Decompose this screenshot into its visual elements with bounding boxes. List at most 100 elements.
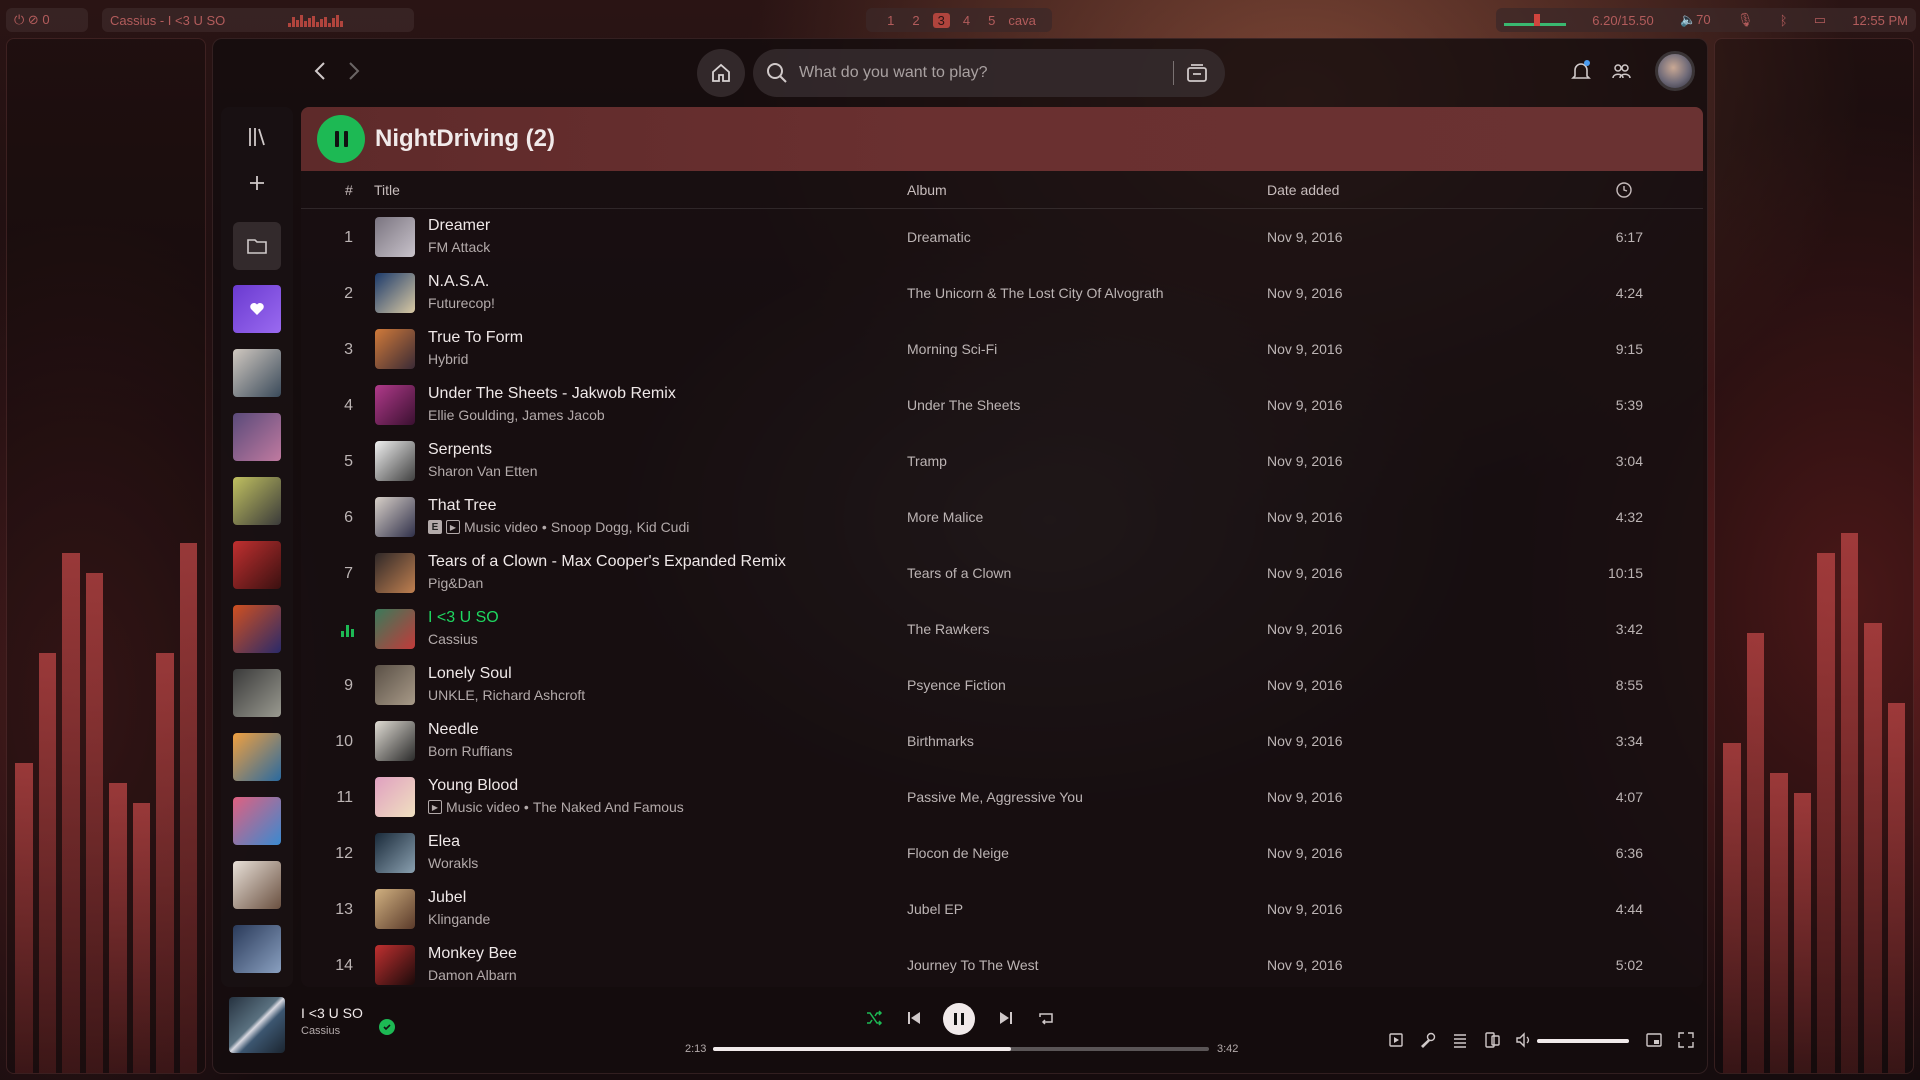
repeat-button[interactable]: [1037, 1009, 1055, 1027]
track-row[interactable]: 4 Under The Sheets - Jakwob Remix Ellie Go…: [301, 377, 1703, 433]
track-row[interactable]: 12 Elea Worakls Flocon de Neige Nov 9, 2016 6…: [301, 825, 1703, 881]
track-title[interactable]: True To Form: [428, 329, 523, 347]
library-playlist-tile[interactable]: [233, 477, 281, 525]
track-title[interactable]: Serpents: [428, 441, 492, 459]
volume-button[interactable]: [1515, 1031, 1533, 1054]
library-playlist-tile[interactable]: [233, 797, 281, 845]
track-row[interactable]: 7 Tears of a Clown - Max Cooper's Expande…: [301, 545, 1703, 601]
saved-check-icon[interactable]: [379, 1019, 395, 1035]
track-title[interactable]: Jubel: [428, 889, 466, 907]
create-playlist-button[interactable]: [245, 171, 269, 195]
track-row[interactable]: 1 Dreamer FM Attack Dreamatic Nov 9, 2016 6:1…: [301, 209, 1703, 265]
track-row[interactable]: 10 Needle Born Ruffians Birthmarks Nov 9, 20…: [301, 713, 1703, 769]
track-album[interactable]: Journey To The West: [907, 957, 1039, 973]
track-row[interactable]: I <3 U SO Cassius The Rawkers Nov 9, 2016 3:…: [301, 601, 1703, 657]
track-artist[interactable]: Damon Albarn: [428, 967, 517, 983]
workspace-5[interactable]: 5: [983, 13, 1000, 28]
track-artist[interactable]: The Naked And Famous: [533, 799, 684, 815]
library-playlist-tile[interactable]: [233, 669, 281, 717]
track-artist[interactable]: UNKLE, Richard Ashcroft: [428, 687, 585, 703]
back-button[interactable]: [309, 59, 333, 83]
play-pause-button[interactable]: [943, 1003, 975, 1035]
track-row[interactable]: 2 N.A.S.A. Futurecop! The Unicorn & The Los…: [301, 265, 1703, 321]
track-album[interactable]: Passive Me, Aggressive You: [907, 789, 1083, 805]
track-album[interactable]: The Rawkers: [907, 621, 989, 637]
shuffle-button[interactable]: [865, 1009, 883, 1027]
track-album[interactable]: Psyence Fiction: [907, 677, 1006, 693]
track-title[interactable]: Needle: [428, 721, 479, 739]
library-playlist-tile[interactable]: [233, 733, 281, 781]
track-row[interactable]: 14 Monkey Bee Damon Albarn Journey To The W…: [301, 937, 1703, 987]
track-artist[interactable]: Born Ruffians: [428, 743, 513, 759]
workspace-1[interactable]: 1: [882, 13, 899, 28]
friend-activity-button[interactable]: [1609, 59, 1633, 88]
track-artist[interactable]: Sharon Van Etten: [428, 463, 537, 479]
track-title[interactable]: N.A.S.A.: [428, 273, 489, 291]
track-artist[interactable]: Hybrid: [428, 351, 468, 367]
bluetooth-icon[interactable]: ᛒ: [1780, 13, 1788, 28]
volume-readout[interactable]: 🔈70: [1680, 12, 1711, 28]
track-title[interactable]: I <3 U SO: [428, 609, 499, 627]
playlist-pause-button[interactable]: [317, 115, 365, 163]
progress-bar[interactable]: [713, 1047, 1209, 1051]
media-widget[interactable]: Cassius - I <3 U SO: [102, 8, 414, 32]
track-artist[interactable]: Worakls: [428, 855, 478, 871]
home-button[interactable]: [697, 49, 745, 97]
now-playing-view-button[interactable]: [1387, 1031, 1405, 1054]
volume-slider[interactable]: [1537, 1039, 1629, 1043]
track-album[interactable]: Morning Sci-Fi: [907, 341, 997, 357]
track-album[interactable]: Tramp: [907, 453, 947, 469]
workspace-3[interactable]: 3: [932, 12, 950, 28]
library-playlist-tile[interactable]: [233, 861, 281, 909]
track-artist[interactable]: Ellie Goulding, James Jacob: [428, 407, 605, 423]
track-title[interactable]: Tears of a Clown - Max Cooper's Expanded…: [428, 553, 786, 571]
track-album[interactable]: Jubel EP: [907, 901, 963, 917]
track-row[interactable]: 11 Young Blood ▶ Music video • The Naked And …: [301, 769, 1703, 825]
col-title[interactable]: Title: [374, 182, 400, 198]
liked-songs-tile[interactable]: [233, 285, 281, 333]
track-album[interactable]: Tears of a Clown: [907, 565, 1011, 581]
power-menu[interactable]: ⏻ ⊘ 0: [6, 8, 88, 32]
browse-button[interactable]: [1183, 59, 1211, 92]
track-album[interactable]: Under The Sheets: [907, 397, 1020, 413]
track-artist[interactable]: Klingande: [428, 911, 490, 927]
search-bar[interactable]: [753, 49, 1225, 97]
track-title[interactable]: Under The Sheets - Jakwob Remix: [428, 385, 676, 403]
track-row[interactable]: 6 That Tree E ▶ Music video • Snoop Dogg, Kid …: [301, 489, 1703, 545]
library-playlist-tile[interactable]: [233, 413, 281, 461]
miniplayer-button[interactable]: [1645, 1031, 1663, 1054]
queue-button[interactable]: [1451, 1031, 1469, 1054]
notifications-button[interactable]: [1569, 59, 1593, 88]
now-playing-title[interactable]: I <3 U SO: [301, 1005, 363, 1021]
track-title[interactable]: That Tree: [428, 497, 496, 515]
track-artist[interactable]: Cassius: [428, 631, 478, 647]
track-album[interactable]: Flocon de Neige: [907, 845, 1009, 861]
avatar[interactable]: [1655, 51, 1695, 91]
library-playlist-tile[interactable]: [233, 925, 281, 973]
now-playing-cover[interactable]: [229, 997, 285, 1053]
track-title[interactable]: Dreamer: [428, 217, 490, 235]
track-album[interactable]: The Unicorn & The Lost City Of Alvograth: [907, 285, 1164, 301]
cava-workspace-label[interactable]: cava: [1008, 13, 1035, 28]
mic-icon[interactable]: 🎙: [1737, 12, 1754, 28]
library-playlist-tile[interactable]: [233, 541, 281, 589]
track-artist[interactable]: FM Attack: [428, 239, 490, 255]
track-title[interactable]: Elea: [428, 833, 460, 851]
track-album[interactable]: More Malice: [907, 509, 983, 525]
workspace-4[interactable]: 4: [958, 13, 975, 28]
track-artist[interactable]: Futurecop!: [428, 295, 495, 311]
library-toggle-button[interactable]: [245, 125, 269, 149]
col-duration[interactable]: [1615, 181, 1633, 202]
workspace-2[interactable]: 2: [907, 13, 924, 28]
track-artist[interactable]: Pig&Dan: [428, 575, 483, 591]
forward-button[interactable]: [341, 59, 365, 83]
track-row[interactable]: 5 Serpents Sharon Van Etten Tramp Nov 9, 201…: [301, 433, 1703, 489]
connect-device-button[interactable]: [1483, 1031, 1501, 1054]
track-row[interactable]: 13 Jubel Klingande Jubel EP Nov 9, 2016 4:44: [301, 881, 1703, 937]
library-playlist-tile[interactable]: [233, 349, 281, 397]
track-artist[interactable]: Snoop Dogg, Kid Cudi: [551, 519, 690, 535]
library-playlist-tile[interactable]: [233, 605, 281, 653]
track-row[interactable]: 3 True To Form Hybrid Morning Sci-Fi Nov 9, …: [301, 321, 1703, 377]
track-title[interactable]: Monkey Bee: [428, 945, 517, 963]
lyrics-button[interactable]: [1419, 1031, 1437, 1054]
